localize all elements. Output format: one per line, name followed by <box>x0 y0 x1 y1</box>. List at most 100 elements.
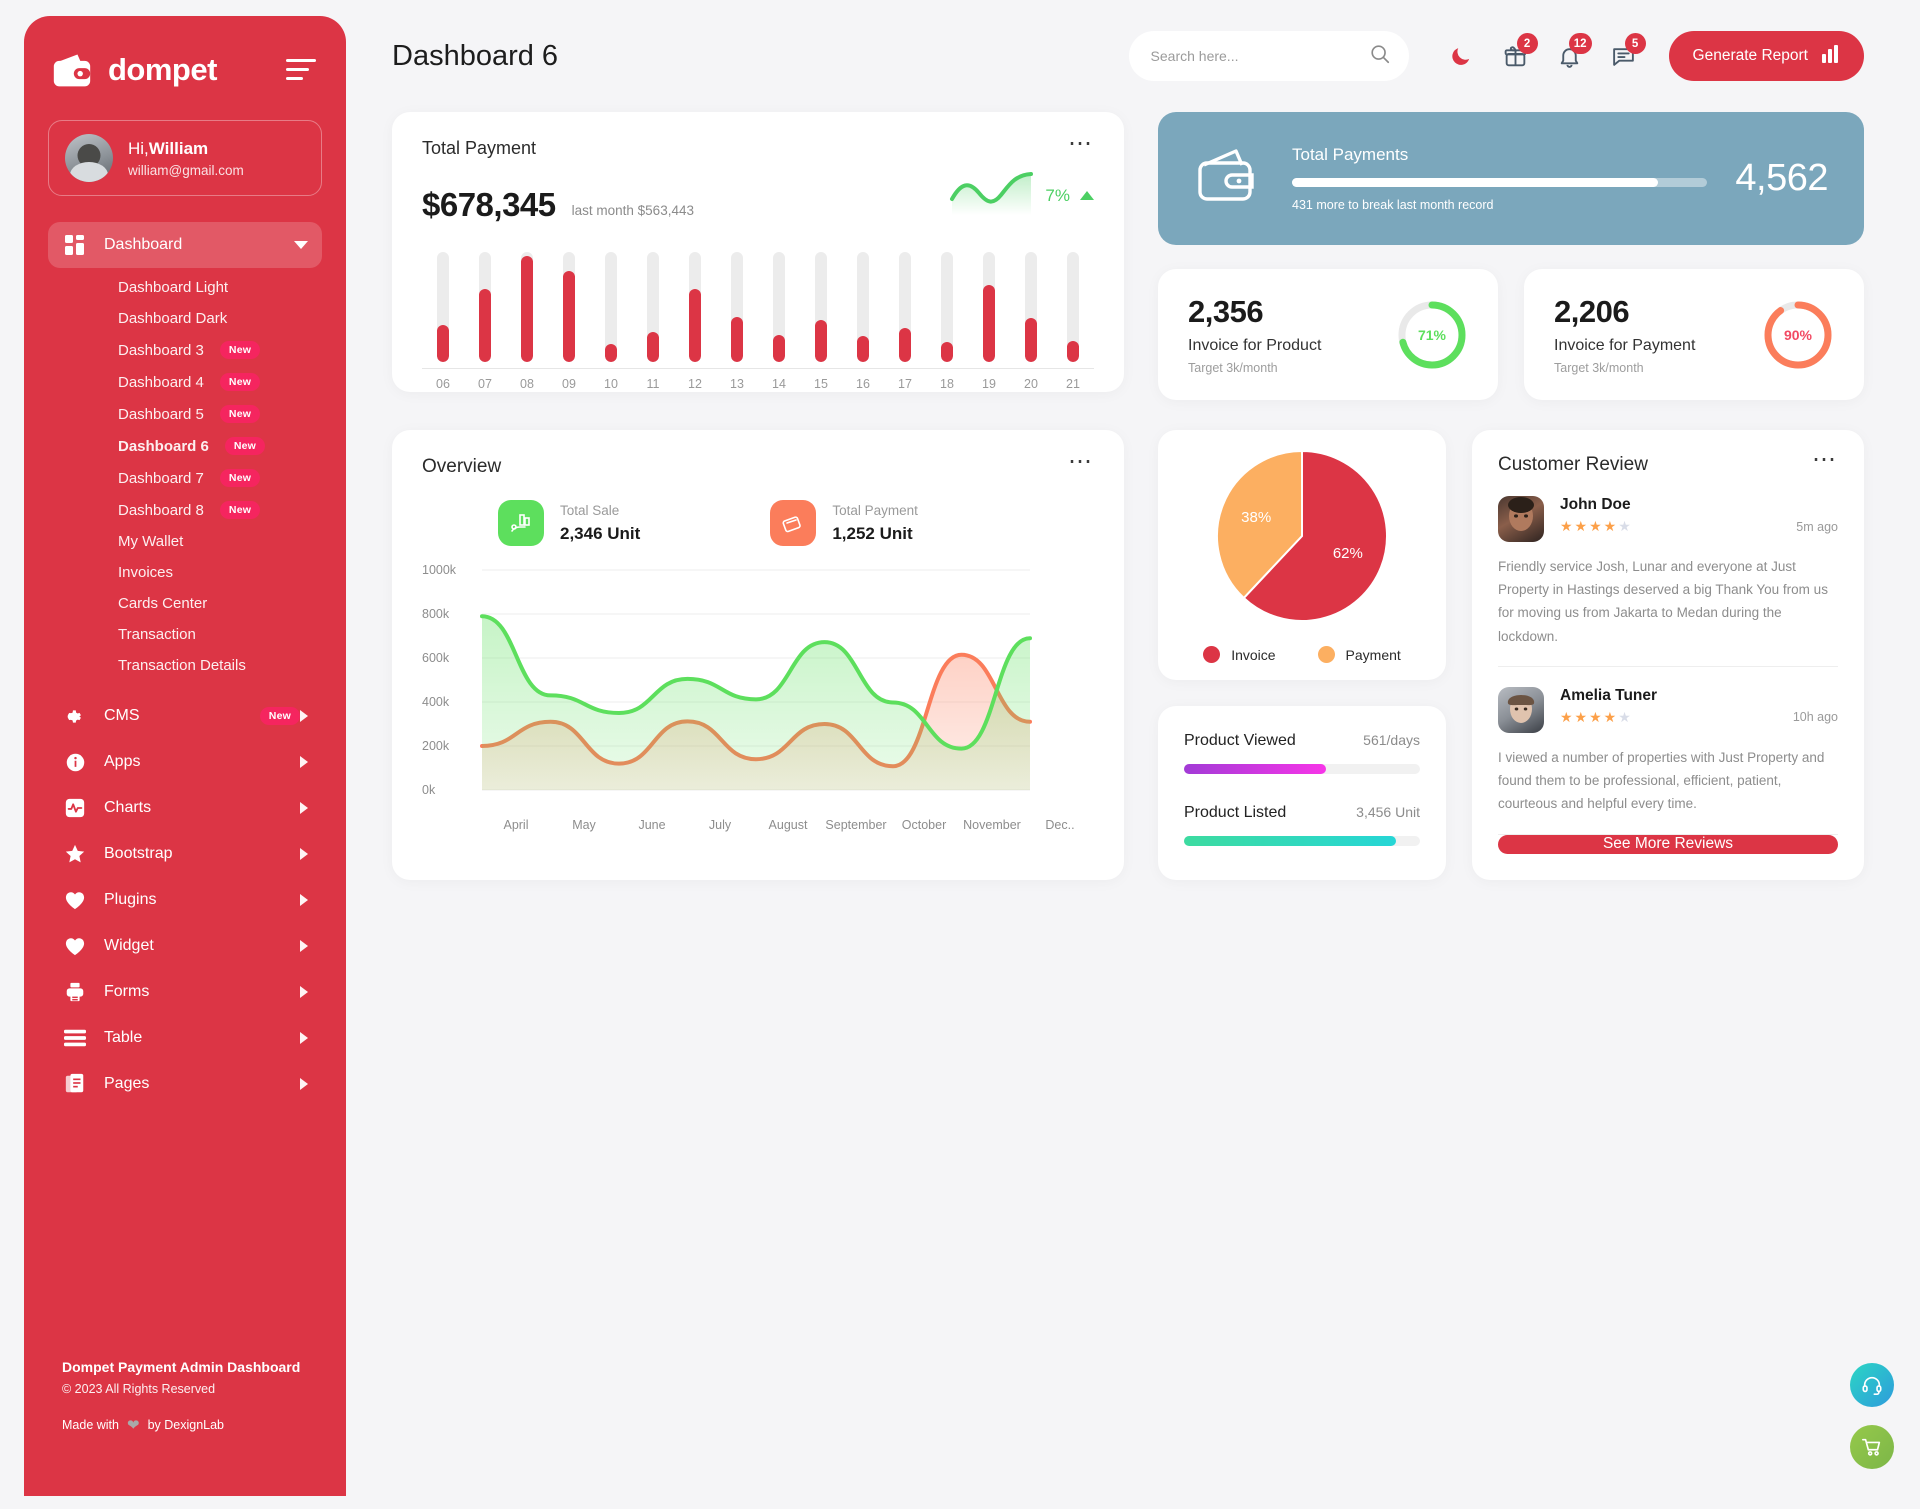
profile-box[interactable]: Hi,William william@gmail.com <box>48 120 322 196</box>
submenu-item[interactable]: Cards Center <box>24 588 346 619</box>
submenu-item[interactable]: My Wallet <box>24 526 346 557</box>
hamburger-icon[interactable] <box>286 59 316 81</box>
progress-track <box>1184 764 1420 774</box>
legend-color-swatch <box>1317 646 1335 663</box>
submenu-item[interactable]: Dashboard 7 New <box>24 462 346 494</box>
donut-chart-payment: 90% <box>1762 299 1834 371</box>
header: Dashboard 6 2 12 5 Generate Report <box>344 0 1920 112</box>
stat-sub: Target 3k/month <box>1188 361 1278 375</box>
message-icon[interactable]: 5 <box>1601 33 1647 79</box>
submenu-label: Cards Center <box>118 595 208 612</box>
submenu-item[interactable]: Dashboard 4 New <box>24 366 346 398</box>
overview-stat-text: Total Sale 2,346 Unit <box>560 503 640 544</box>
submenu-label: Dashboard 4 <box>118 373 204 391</box>
product-listed-head: Product Listed 3,456 Unit <box>1184 804 1420 822</box>
search-icon[interactable] <box>1369 43 1391 70</box>
stat-info: 2,356 Invoice for Product Target 3k/mont… <box>1188 294 1396 375</box>
progress-value: 561/days <box>1363 732 1420 748</box>
bar-column <box>506 252 548 362</box>
bar-track <box>899 252 911 362</box>
review-meta: Amelia Tuner ★★★★★ 10h ago <box>1560 687 1838 726</box>
sidebar-item-table[interactable]: Table <box>48 1015 322 1061</box>
bar-track <box>605 252 617 362</box>
stat-info: 2,206 Invoice for Payment Target 3k/mont… <box>1554 294 1762 375</box>
submenu-item[interactable]: Dashboard 3 New <box>24 334 346 366</box>
heart-icon <box>62 889 88 911</box>
theme-toggle-moon-icon[interactable] <box>1439 33 1485 79</box>
payment-bar-chart <box>422 242 1094 362</box>
review-meta: John Doe ★★★★★ 5m ago <box>1560 496 1838 535</box>
more-icon[interactable]: ⋯ <box>1068 450 1094 474</box>
bar-fill <box>437 324 449 362</box>
sidebar-item-pages[interactable]: Pages <box>48 1061 322 1107</box>
bar-fill <box>521 256 533 362</box>
bar-fill <box>1025 318 1037 362</box>
bell-icon[interactable]: 12 <box>1547 33 1593 79</box>
product-viewed-row: Product Viewed 561/days <box>1184 732 1420 774</box>
sidebar-item-dashboard[interactable]: Dashboard <box>48 222 322 268</box>
sidebar-item-charts[interactable]: Charts <box>48 785 322 831</box>
bar-fill <box>689 289 701 362</box>
submenu-item[interactable]: Dashboard 8 New <box>24 494 346 526</box>
y-axis-label: 200k <box>422 739 450 753</box>
gift-icon[interactable]: 2 <box>1493 33 1539 79</box>
total-payment-trend: 7% <box>949 169 1094 222</box>
pulse-icon <box>62 797 88 819</box>
submenu-item[interactable]: Transaction Details <box>24 650 346 681</box>
bar-label: 15 <box>814 377 828 391</box>
bar-column <box>800 252 842 362</box>
heart-icon <box>62 935 88 957</box>
footer-made-with: Made with ❤ by DexignLab <box>62 1416 308 1434</box>
submenu-label: Dashboard Light <box>118 279 229 296</box>
submenu-item[interactable]: Invoices <box>24 557 346 588</box>
sidebar-item-bootstrap[interactable]: Bootstrap <box>48 831 322 877</box>
gear-icon <box>62 705 88 727</box>
submenu-item[interactable]: Dashboard Light <box>24 272 346 303</box>
reviewer-name: John Doe <box>1560 496 1631 513</box>
bar-track <box>815 252 827 362</box>
see-more-reviews-button[interactable]: See More Reviews <box>1498 834 1838 854</box>
donut-percent: 90% <box>1783 326 1813 343</box>
review-text: I viewed a number of properties with Jus… <box>1498 749 1825 812</box>
new-badge: New <box>219 341 261 359</box>
shopping-cart-icon[interactable] <box>1850 1425 1894 1469</box>
divider <box>1498 665 1838 667</box>
submenu-item-active[interactable]: Dashboard 6 New <box>24 430 346 462</box>
main-content: Total Payment ⋯ $678,345 last month $563… <box>344 112 1920 1509</box>
sidebar-item-apps[interactable]: Apps <box>48 739 322 785</box>
submenu-item[interactable]: Dashboard Dark <box>24 303 346 334</box>
submenu-label: My Wallet <box>118 533 184 550</box>
support-headset-icon[interactable] <box>1850 1363 1894 1407</box>
total-payment-amount: $678,345 <box>422 186 556 223</box>
overview-stat-total-payment: Total Payment 1,252 Unit <box>770 500 918 546</box>
stat-row: 2,356 Invoice for Product Target 3k/mont… <box>1158 269 1864 400</box>
sidebar-item-plugins[interactable]: Plugins <box>48 877 322 923</box>
more-icon[interactable]: ⋯ <box>1068 132 1094 156</box>
review-stars-row: ★★★★★ 10h ago <box>1560 709 1838 726</box>
sidebar-item-cms[interactable]: CMS New <box>48 693 322 739</box>
wallet-icon <box>1192 145 1264 212</box>
top-row: Total Payment ⋯ $678,345 last month $563… <box>392 112 1864 400</box>
sidebar-item-widget[interactable]: Widget <box>48 923 322 969</box>
sidebar-item-forms[interactable]: Forms <box>48 969 322 1015</box>
bottom-right-column: 62% 38% Invoice Payment Product Viewed 5… <box>1158 430 1864 880</box>
profile-greeting: Hi, <box>128 138 149 158</box>
y-axis-label: 0k <box>422 783 436 797</box>
more-icon[interactable]: ⋯ <box>1812 448 1838 472</box>
overview-x-axis: April May June July August September October No… <box>482 818 1094 832</box>
search-input[interactable] <box>1150 48 1369 64</box>
bar-fill <box>605 344 617 362</box>
bar-column <box>632 252 674 362</box>
generate-report-button[interactable]: Generate Report <box>1668 31 1864 81</box>
sidebar-item-label: Pages <box>104 1075 150 1092</box>
submenu-item[interactable]: Dashboard 5 New <box>24 398 346 430</box>
search-box[interactable] <box>1128 31 1409 81</box>
bar-column <box>422 252 464 362</box>
bar-fill <box>1067 341 1079 362</box>
gift-badge: 2 <box>1516 33 1538 54</box>
bar-fill <box>479 289 491 362</box>
review-item: Amelia Tuner ★★★★★ 10h ago I viewed a nu… <box>1498 686 1838 835</box>
submenu-item[interactable]: Transaction <box>24 619 346 650</box>
card-terminal-icon <box>770 500 817 546</box>
bar-fill <box>899 327 911 362</box>
